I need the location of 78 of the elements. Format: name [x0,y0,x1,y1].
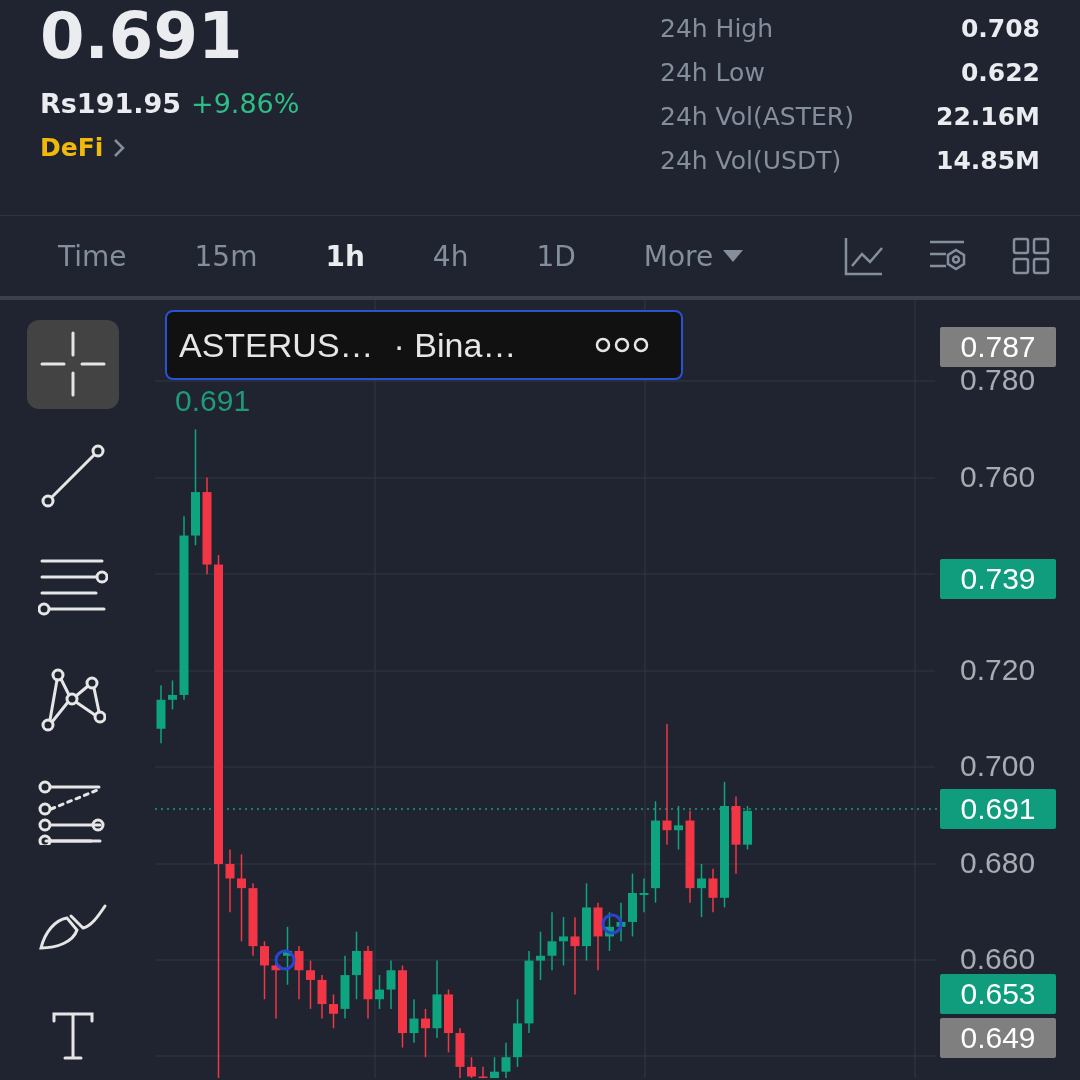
axis-label: 0.680 [960,846,1036,880]
more-options-icon[interactable] [595,336,649,354]
candlestick [708,868,718,914]
candlestick [478,1066,488,1078]
candlestick [639,877,649,914]
candlestick [260,940,269,1000]
axis-label: 0.660 [960,942,1036,976]
stat-label: 24h High [660,13,774,43]
fiat-price: Rs191.95 [40,88,182,119]
candlestick [386,959,396,1010]
stat-label: 24h Vol(USDT) [660,145,842,175]
candlestick [409,998,419,1044]
caret-down-icon [723,250,744,262]
axis-label: 0.700 [960,749,1036,783]
price-change: +9.86% [191,88,300,119]
candlestick [329,993,338,1029]
symbol-name: ASTERUS… [179,325,374,365]
candlestick [444,988,453,1054]
interval-tab[interactable]: Time [40,239,145,273]
candlestick [616,901,626,943]
candlestick [743,805,752,851]
stat-value: 22.16M [936,101,1040,131]
trade-marker-icon [274,949,296,971]
stat-value: 0.622 [960,57,1040,87]
candlestick [283,926,292,986]
candlestick [294,945,304,1000]
candlestick [375,974,384,1010]
line-tool-icon [39,443,106,510]
stat-value: 14.85M [936,145,1040,175]
candlestick [340,955,350,1020]
candlestick [593,901,603,971]
price-tag: 0.649 [940,1018,1056,1058]
interval-tab[interactable]: 1D [518,239,594,273]
trade-marker-icon [601,913,623,935]
stat-label: 24h Low [660,57,765,87]
candlestick [467,1056,476,1078]
candlestick [225,848,235,914]
candlestick [421,1008,430,1058]
candlestick [536,930,545,981]
pattern-tool-icon [39,667,106,733]
price-tag: 0.653 [940,974,1056,1014]
text-tool-icon [51,1010,94,1061]
high-price-marker: 0.691 [175,384,251,418]
candlestick [674,805,683,851]
candlestick [605,911,614,952]
line-chart-icon[interactable] [844,236,884,276]
candlestick [547,911,557,971]
drawing-tool-button[interactable] [26,320,119,409]
more-dropdown[interactable]: More [625,239,762,273]
price-tag: 0.787 [940,327,1056,367]
candlestick [352,930,361,1000]
chevron-right-icon [113,137,126,158]
candlestick [455,1027,465,1078]
candlestick [513,998,522,1068]
symbol-legend[interactable]: ASTERUS… · Bina… [165,310,683,380]
candlestick [501,1041,511,1078]
category-link[interactable]: DeFi [40,133,104,162]
price-tag: 0.739 [940,559,1056,599]
candlestick [559,916,568,967]
candlestick [306,959,315,1010]
interval-tab[interactable]: 4h [414,239,487,273]
exchange-name: · Bina… [393,325,517,365]
axis-label: 0.720 [960,653,1036,687]
last-price: 0.691 [40,0,244,74]
candlestick [168,679,177,711]
candlestick [317,974,327,1020]
axis-label: 0.760 [960,460,1036,494]
candlestick [156,684,166,744]
price-tag: 0.691 [940,789,1056,829]
candlestick [697,863,706,918]
candlestick [628,872,637,938]
grid-layout-icon[interactable] [1012,237,1050,275]
interval-tab[interactable]: 1h [307,239,383,273]
stat-value: 0.708 [960,13,1040,43]
candlestick [490,1056,499,1078]
crosshair-icon [39,331,106,398]
stat-label: 24h Vol(ASTER) [660,101,854,131]
interval-tab[interactable]: 15m [176,239,276,273]
